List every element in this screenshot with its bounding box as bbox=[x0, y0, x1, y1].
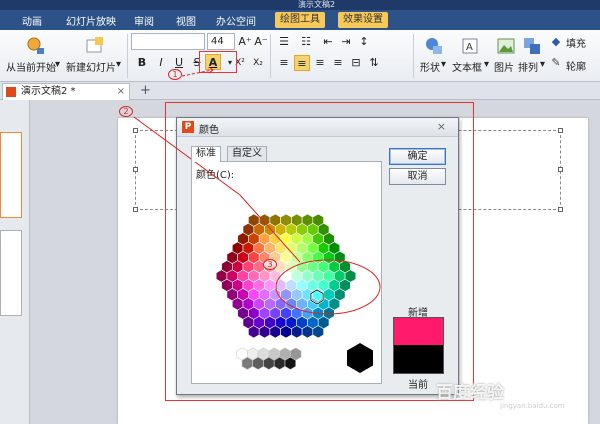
slide-thumbnail[interactable] bbox=[0, 132, 22, 218]
watermark-url: jingyan.baidu.com bbox=[500, 402, 565, 410]
textbox-button[interactable]: 文本框 bbox=[452, 59, 482, 74]
fill-bucket-icon: ◆ bbox=[551, 35, 561, 48]
divider bbox=[127, 34, 128, 78]
textbox-icon: A bbox=[462, 38, 478, 54]
ribbon-toolbar: 从当前开始 ▾ 新建幻灯片 ▾ 44 A⁺ A⁻ B I U S A ▾ X² … bbox=[0, 30, 600, 82]
italic-button[interactable]: I bbox=[153, 55, 169, 71]
new-color-swatch bbox=[393, 317, 444, 346]
grayscale-swatch-hex bbox=[284, 356, 296, 370]
color-hexagon-palette[interactable] bbox=[192, 162, 381, 383]
menu-bar: 动画 幻灯片放映 审阅 视图 办公空间 绘图工具 效果设置 bbox=[0, 10, 600, 30]
dropdown-arrow-icon[interactable]: ▾ bbox=[116, 59, 121, 70]
bullet-list-icon[interactable]: ☰ bbox=[276, 34, 292, 50]
new-slide-icon bbox=[86, 37, 103, 53]
shapes-button[interactable]: 形状 bbox=[420, 59, 440, 74]
divider bbox=[413, 34, 414, 78]
outline-button[interactable]: 轮廓 bbox=[566, 58, 586, 73]
dropdown-arrow-icon[interactable]: ▾ bbox=[441, 59, 446, 70]
annotation-1: 1 bbox=[168, 69, 182, 80]
ok-button[interactable]: 确定 bbox=[389, 148, 446, 165]
menu-office-space[interactable]: 办公空间 bbox=[216, 13, 256, 28]
outline-pen-icon: ✎ bbox=[551, 56, 561, 69]
divider bbox=[270, 34, 271, 78]
current-color-label: 当前 bbox=[408, 380, 428, 391]
resize-handle[interactable] bbox=[133, 207, 138, 212]
annotation-3: 3 bbox=[263, 259, 277, 270]
bold-button[interactable]: B bbox=[134, 55, 150, 71]
subscript-button[interactable]: X₂ bbox=[250, 55, 266, 71]
slideshow-start-icon bbox=[27, 37, 44, 54]
arrange-icon bbox=[524, 38, 540, 54]
menu-drawing-tools[interactable]: 绘图工具 bbox=[275, 12, 325, 28]
justify-icon[interactable]: ≡ bbox=[330, 55, 346, 71]
slide-thumbnail[interactable] bbox=[0, 230, 22, 316]
picture-icon bbox=[497, 38, 515, 54]
resize-handle[interactable] bbox=[558, 167, 563, 172]
color-swatch-hex bbox=[344, 269, 357, 283]
watermark: 百度经验 bbox=[436, 383, 504, 403]
document-tab-bar: 演示文稿2 * × + bbox=[0, 82, 600, 100]
increase-indent-icon[interactable]: ⇥ bbox=[338, 34, 354, 50]
shrink-font-button[interactable]: A⁻ bbox=[253, 34, 269, 50]
fill-button[interactable]: 填充 bbox=[566, 35, 586, 50]
dropdown-arrow-icon[interactable]: ▾ bbox=[484, 59, 489, 70]
dropdown-arrow-icon[interactable]: ▾ bbox=[55, 59, 60, 70]
menu-review[interactable]: 审阅 bbox=[134, 13, 154, 28]
resize-handle[interactable] bbox=[133, 128, 138, 133]
start-from-current-button[interactable]: 从当前开始 bbox=[6, 59, 56, 74]
color-dialog: P 颜色 × 标准 自定义 颜色(C): 确定 取消 新增 当前 bbox=[176, 117, 459, 395]
window-title: 演示文稿2 bbox=[298, 0, 336, 9]
menu-slideshow[interactable]: 幻灯片放映 bbox=[66, 13, 116, 28]
black-swatch-hex bbox=[347, 343, 373, 373]
resize-handle[interactable] bbox=[558, 207, 563, 212]
font-size-combo[interactable]: 44 bbox=[207, 33, 235, 50]
arrange-button[interactable]: 排列 bbox=[518, 59, 538, 74]
font-name-combo[interactable] bbox=[131, 33, 205, 50]
resize-handle[interactable] bbox=[558, 128, 563, 133]
new-tab-button[interactable]: + bbox=[140, 83, 151, 98]
grayscale-swatch-hex bbox=[241, 356, 254, 370]
shapes-icon bbox=[426, 38, 442, 54]
highlight-font-color bbox=[199, 51, 237, 73]
app-logo-icon: P bbox=[182, 121, 194, 133]
grow-font-button[interactable]: A⁺ bbox=[237, 34, 253, 50]
distribute-icon[interactable]: ⊟ bbox=[348, 55, 364, 71]
tab-standard[interactable]: 标准 bbox=[191, 146, 221, 162]
dialog-title: 颜色 bbox=[199, 125, 219, 136]
menu-animation[interactable]: 动画 bbox=[22, 13, 42, 28]
decrease-indent-icon[interactable]: ⇤ bbox=[320, 34, 336, 50]
grayscale-swatch-hex bbox=[252, 356, 264, 370]
menu-view[interactable]: 视图 bbox=[176, 13, 196, 28]
document-tab-label: 演示文稿2 * bbox=[21, 86, 76, 97]
line-spacing-icon[interactable]: ↕ bbox=[356, 34, 372, 50]
menu-effect-settings[interactable]: 效果设置 bbox=[338, 12, 388, 28]
dialog-title-bar: P 颜色 × bbox=[177, 118, 458, 137]
slide-thumbnail-pane bbox=[0, 100, 30, 424]
align-right-icon[interactable]: ≡ bbox=[312, 55, 328, 71]
new-slide-button[interactable]: 新建幻灯片 bbox=[66, 59, 116, 74]
picture-button[interactable]: 图片 bbox=[494, 59, 514, 74]
text-direction-icon[interactable]: ⇅ bbox=[366, 55, 382, 71]
standard-color-panel: 颜色(C): bbox=[191, 161, 382, 384]
svg-text:A: A bbox=[466, 42, 473, 53]
annotation-2: 2 bbox=[119, 106, 133, 117]
align-center-icon[interactable]: ≡ bbox=[294, 55, 310, 71]
close-icon[interactable]: × bbox=[437, 120, 446, 133]
numbered-list-icon[interactable]: ☷ bbox=[298, 34, 314, 50]
align-left-icon[interactable]: ≡ bbox=[276, 55, 292, 71]
resize-handle[interactable] bbox=[133, 167, 138, 172]
close-tab-icon[interactable]: × bbox=[117, 84, 125, 99]
document-tab[interactable]: 演示文稿2 * × bbox=[2, 83, 130, 100]
grayscale-swatch-hex bbox=[263, 356, 275, 370]
presentation-file-icon bbox=[6, 87, 16, 97]
dropdown-arrow-icon[interactable]: ▾ bbox=[540, 59, 545, 70]
title-bar: 演示文稿2 bbox=[0, 0, 600, 10]
cancel-button[interactable]: 取消 bbox=[389, 168, 446, 185]
current-color-swatch bbox=[393, 345, 444, 374]
tab-custom[interactable]: 自定义 bbox=[227, 146, 267, 161]
grayscale-swatch-hex bbox=[273, 356, 286, 370]
